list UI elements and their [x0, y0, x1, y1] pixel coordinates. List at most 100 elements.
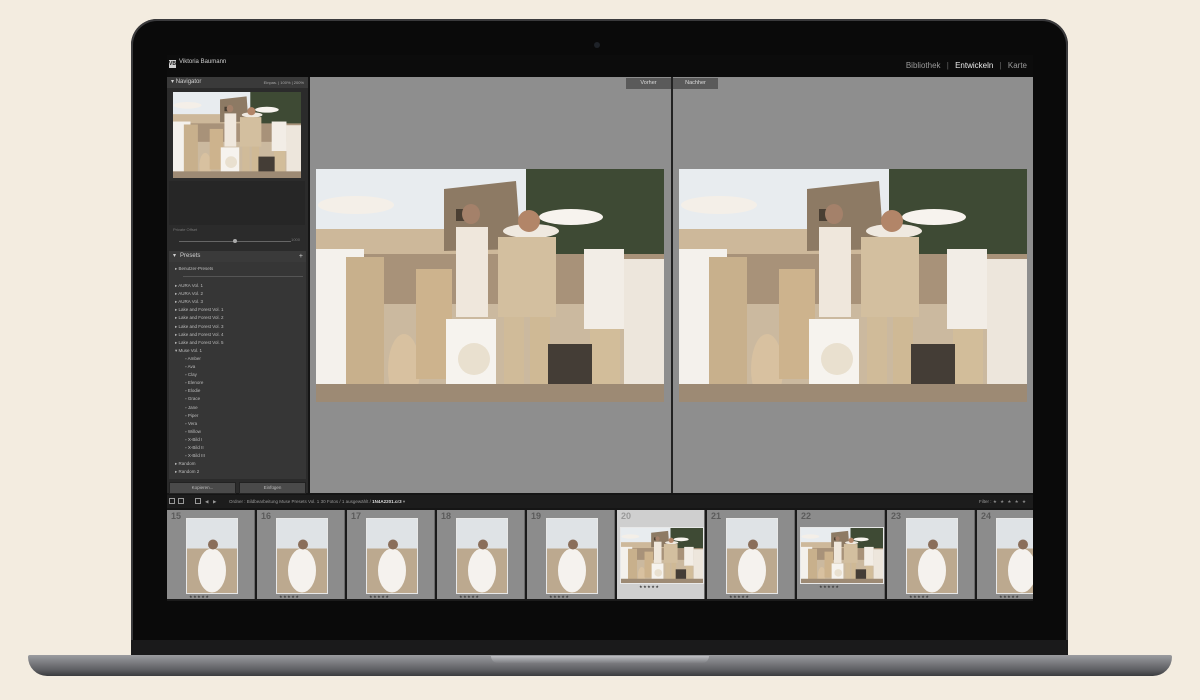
cell-rating[interactable]: ★★★★★	[369, 594, 389, 599]
cell-thumbnail[interactable]	[620, 527, 704, 584]
filmstrip-cell[interactable]: 16 ★★★★★	[257, 510, 345, 599]
cell-thumbnail[interactable]	[276, 518, 328, 594]
module-separator: |	[999, 61, 1002, 70]
preset-label: Lake and Forest Vol. 1	[178, 307, 224, 313]
studio-logo: VB	[169, 60, 176, 68]
module-karte[interactable]: Karte	[1006, 61, 1029, 70]
cell-number: 15	[171, 511, 182, 521]
cell-rating[interactable]: ★★★★★	[189, 594, 209, 599]
preset-item[interactable]: ▫ Willow	[175, 428, 303, 436]
preset-item[interactable]: ▫ Vera	[175, 420, 303, 428]
filmstrip-cell[interactable]: 17 ★★★★★	[347, 510, 435, 599]
preset-folder[interactable]: ▸ Random	[175, 460, 303, 468]
cell-thumbnail[interactable]	[366, 518, 418, 594]
after-label: Nachher	[673, 78, 718, 89]
preset-label: Willow	[187, 428, 201, 434]
preset-item[interactable]: ▫ Amber	[175, 355, 303, 363]
filmstrip-cell[interactable]: 23 ★★★★★	[887, 510, 975, 599]
single-view-icon[interactable]	[169, 498, 175, 504]
cell-rating[interactable]: ★★★★★	[999, 594, 1019, 599]
preset-item[interactable]: ▫ Grace	[175, 395, 303, 403]
preset-item[interactable]: ▫ Clay	[175, 371, 303, 379]
thumbnail-image	[801, 528, 883, 583]
cell-thumbnail[interactable]	[726, 518, 778, 594]
preset-folder[interactable]: ▸ Lake and Forest Vol. 2	[175, 314, 303, 322]
preset-item[interactable]: ▫ X-Bild II	[175, 444, 303, 452]
navigator-image	[173, 92, 301, 178]
preset-folder[interactable]: ▸ Benutzer-Presets	[175, 265, 303, 273]
navigator-spacer	[169, 181, 305, 225]
plus-icon[interactable]: +	[295, 251, 303, 262]
cell-thumbnail[interactable]	[456, 518, 508, 594]
filter-controls: Filter : ★ ★ ★ ★ ★	[979, 495, 1027, 508]
before-photo[interactable]	[316, 169, 664, 402]
cell-number: 21	[711, 511, 722, 521]
preset-folder[interactable]: ▾ Muse Vol. 1	[175, 347, 303, 355]
cell-rating[interactable]: ★★★★★	[909, 594, 929, 599]
preset-item[interactable]: ▫ X-Bild I	[175, 436, 303, 444]
filmstrip-cell[interactable]: 24 ★★★★★	[977, 510, 1033, 599]
second-window-icon[interactable]	[178, 498, 184, 504]
cell-number: 22	[801, 511, 812, 521]
preset-folder[interactable]: ▸ Lake and Forest Vol. 4	[175, 331, 303, 339]
preset-label: AURA Vol. 2	[178, 291, 204, 297]
preset-item[interactable]: ▫ Elenore	[175, 379, 303, 387]
zoom-options[interactable]: Einpas. | 100% | 200%	[264, 77, 304, 88]
preset-label: Muse Vol. 1	[178, 347, 203, 353]
cell-rating[interactable]: ★★★★★	[279, 594, 299, 599]
preset-folder[interactable]: ▸ AURA Vol. 1	[175, 282, 303, 290]
preset-item[interactable]: ▫ Jane	[175, 404, 303, 412]
paste-button[interactable]: Einfügen	[239, 482, 306, 494]
preset-item[interactable]: ▫ Ava	[175, 363, 303, 371]
navigator-header[interactable]: ▾ Navigator Einpas. | 100% | 200%	[167, 77, 308, 88]
thumbnail-image	[727, 519, 777, 593]
arrow-right-icon[interactable]: ▶	[213, 495, 216, 508]
cell-thumbnail[interactable]	[800, 527, 884, 584]
cell-thumbnail[interactable]	[546, 518, 598, 594]
slider-knob[interactable]	[233, 239, 237, 243]
arrow-left-icon[interactable]: ◀	[205, 495, 208, 508]
module-bibliothek[interactable]: Bibliothek	[904, 61, 943, 70]
compare-divider	[671, 77, 673, 493]
grid-icon[interactable]	[195, 498, 201, 504]
offset-slider[interactable]: Private Offset 1000	[173, 227, 302, 247]
filmstrip-cell[interactable]: 20 ★★★★★	[617, 510, 705, 599]
cell-rating[interactable]: ★★★★★	[459, 594, 479, 599]
preset-item[interactable]: ▫ X-Bild III	[175, 452, 303, 460]
cell-thumbnail[interactable]	[906, 518, 958, 594]
filmstrip-cell[interactable]: 15 ★★★★★	[167, 510, 255, 599]
filmstrip-cell[interactable]: 18 ★★★★★	[437, 510, 525, 599]
before-image	[316, 169, 664, 402]
preset-folder[interactable]: ▸ AURA Vol. 2	[175, 290, 303, 298]
chevron-down-icon: ▾	[402, 499, 406, 504]
module-entwickeln[interactable]: Entwickeln	[953, 61, 995, 70]
presets-header[interactable]: ▾ Presets +	[169, 251, 306, 262]
filmstrip-cell[interactable]: 21 ★★★★★	[707, 510, 795, 599]
navigator-preview[interactable]	[173, 92, 301, 178]
preset-label: Vera	[187, 420, 198, 426]
cell-rating[interactable]: ★★★★★	[549, 594, 569, 599]
cell-thumbnail[interactable]	[996, 518, 1033, 594]
preset-item[interactable]: ▫ Piper	[175, 412, 303, 420]
filmstrip-cell[interactable]: 22 ★★★★★	[797, 510, 885, 599]
cell-number: 16	[261, 511, 272, 521]
filmstrip-cell[interactable]: 19 ★★★★★	[527, 510, 615, 599]
presets-list: ▸ Benutzer-Presets ▸ AURA Vol. 1 ▸ AURA Vo…	[175, 265, 303, 476]
cell-rating[interactable]: ★★★★★	[729, 594, 749, 599]
rating-filter[interactable]: ★ ★ ★ ★ ★	[993, 499, 1027, 504]
preset-label: Clay	[187, 372, 197, 378]
preset-item[interactable]: ▫ Elodie	[175, 387, 303, 395]
preset-folder[interactable]: ▸ Lake and Forest Vol. 3	[175, 323, 303, 331]
preset-folder[interactable]: ▸ Lake and Forest Vol. 5	[175, 339, 303, 347]
before-label: Vorher	[626, 78, 671, 89]
cell-thumbnail[interactable]	[186, 518, 238, 594]
preset-label: X-Bild III	[187, 453, 205, 459]
cell-rating[interactable]: ★★★★★	[639, 584, 659, 589]
preset-folder[interactable]: ▸ AURA Vol. 3	[175, 298, 303, 306]
source-path[interactable]: Ordner : Bildbearbeitung Muse Presets Vo…	[229, 495, 405, 508]
copy-button[interactable]: Kopieren...	[169, 482, 236, 494]
preset-folder[interactable]: ▸ Lake and Forest Vol. 1	[175, 306, 303, 314]
preset-folder[interactable]: ▸ Random 2	[175, 468, 303, 476]
after-photo[interactable]	[679, 169, 1027, 402]
cell-rating[interactable]: ★★★★★	[819, 584, 839, 589]
